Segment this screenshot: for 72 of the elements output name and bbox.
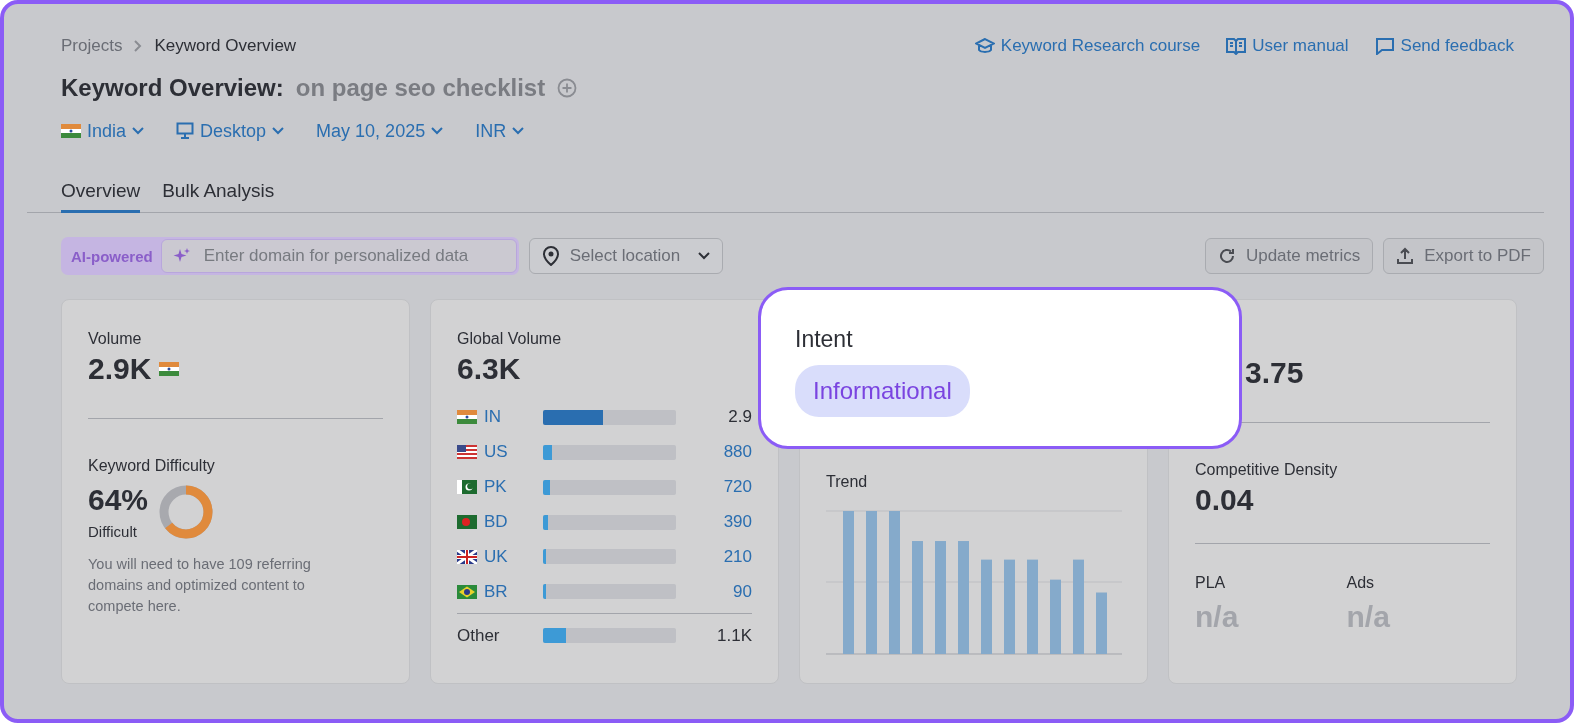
intent-label: Intent bbox=[795, 326, 853, 353]
tab[interactable]: Overview bbox=[61, 174, 141, 213]
location-select[interactable]: Select location bbox=[528, 238, 724, 274]
flag-icon bbox=[457, 584, 477, 599]
metric-value: 3.75 bbox=[1245, 356, 1305, 390]
filter-dropdown[interactable]: Desktop bbox=[176, 120, 285, 142]
flag-icon bbox=[159, 362, 180, 376]
metric-value: 0.04 bbox=[1195, 483, 1255, 517]
metric-label: Keyword Difficulty bbox=[88, 457, 216, 475]
metric-label: Trend bbox=[826, 473, 869, 491]
domain-field[interactable]: Enter domain for personalized data bbox=[160, 239, 517, 273]
upload-icon bbox=[1396, 247, 1415, 265]
volume-value: 390 bbox=[722, 512, 752, 532]
difficulty-text: Difficult bbox=[88, 523, 138, 540]
metric-value: 2.9K bbox=[88, 352, 152, 386]
country-code: PK bbox=[484, 477, 508, 498]
flag-icon bbox=[457, 480, 477, 495]
volume-value: 880 bbox=[722, 442, 752, 463]
monitor-icon bbox=[176, 122, 195, 140]
metric-label: Volume bbox=[88, 330, 143, 348]
domain-input-field[interactable]: Enter domain for personalized data bbox=[201, 245, 506, 267]
flag-icon bbox=[457, 410, 477, 425]
country-code: IN bbox=[484, 407, 502, 428]
tab[interactable]: Bulk Analysis bbox=[162, 174, 275, 213]
volume-value: 720 bbox=[722, 477, 752, 498]
chevron-down-icon bbox=[132, 127, 145, 135]
chevron-down-icon bbox=[431, 127, 444, 135]
difficulty-description: You will need to have 109 referring domains and optimized content to compete here. bbox=[88, 555, 312, 616]
metric-label: Competitive Density bbox=[1195, 461, 1339, 479]
header-link[interactable]: User manual bbox=[1226, 36, 1349, 56]
toolbar-button[interactable]: Export to PDF bbox=[1383, 238, 1544, 274]
graduation-cap-icon bbox=[974, 37, 995, 55]
flag-icon bbox=[457, 549, 477, 564]
country-code: US bbox=[484, 442, 509, 463]
trend-bar bbox=[1096, 592, 1107, 654]
filter-dropdown[interactable]: INR bbox=[475, 120, 525, 142]
flag-icon bbox=[457, 515, 477, 529]
country-code: UK bbox=[484, 546, 509, 567]
volume-value: 2.9 bbox=[727, 407, 752, 428]
ai-powered-label: AI-powered bbox=[70, 247, 154, 265]
breadcrumb-link[interactable]: Keyword Overview bbox=[154, 36, 297, 56]
chevron-down-icon bbox=[512, 127, 525, 135]
filter-dropdown[interactable]: India bbox=[61, 120, 145, 142]
chat-bubble-icon bbox=[1374, 37, 1395, 55]
page-title: Keyword Overview: bbox=[61, 74, 284, 102]
volume-value: 90 bbox=[732, 581, 752, 602]
country-code: BR bbox=[484, 581, 509, 602]
chevron-down-icon bbox=[272, 127, 285, 135]
metric-label: Ads bbox=[1346, 574, 1376, 592]
metric-value: 6.3K bbox=[457, 352, 522, 386]
chevron-down-icon bbox=[698, 252, 711, 260]
volume-value: 210 bbox=[722, 546, 752, 567]
add-circle-icon[interactable] bbox=[557, 78, 578, 98]
toolbar-button[interactable]: Update metrics bbox=[1204, 238, 1374, 274]
header-link[interactable]: Send feedback bbox=[1374, 36, 1514, 56]
keyword-title: on page seo checklist bbox=[295, 74, 546, 102]
country-code: Other bbox=[457, 625, 501, 646]
country-code: BD bbox=[484, 512, 509, 532]
volume-value: 1.1K bbox=[716, 625, 752, 646]
difficulty-value: 64% bbox=[88, 483, 149, 517]
book-icon bbox=[1226, 37, 1247, 55]
filter-dropdown[interactable]: May 10, 2025 bbox=[316, 120, 444, 142]
flag-icon bbox=[457, 445, 477, 460]
header-link[interactable]: Keyword Research course bbox=[974, 36, 1201, 56]
chevron-right-icon bbox=[134, 40, 143, 52]
refresh-icon bbox=[1217, 247, 1236, 265]
intent-tag: Informational bbox=[795, 365, 970, 417]
metric-label: PLA bbox=[1195, 574, 1227, 592]
breadcrumb-link[interactable]: Projects bbox=[61, 36, 123, 56]
metric-label: Global Volume bbox=[457, 330, 563, 348]
map-pin-icon bbox=[541, 246, 560, 266]
flag-icon bbox=[61, 124, 81, 138]
